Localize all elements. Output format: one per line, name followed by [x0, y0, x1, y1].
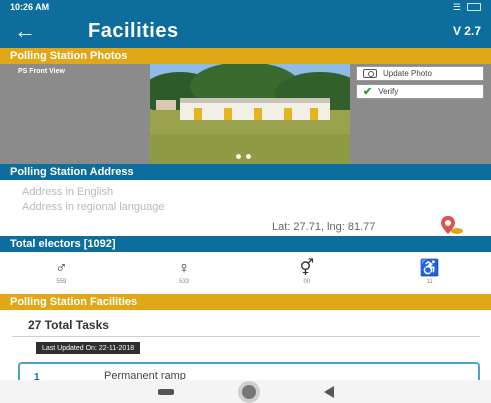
update-photo-button[interactable]: Update Photo — [356, 66, 484, 81]
elector-count: 559 — [56, 279, 67, 285]
divider — [12, 336, 480, 337]
polling-station-photo[interactable] — [150, 64, 350, 164]
verify-button[interactable]: ✔ Verify — [356, 84, 484, 99]
battery-icon — [467, 3, 481, 11]
elector-female: ♀ 533 — [123, 252, 246, 294]
elector-count: 00 — [303, 279, 311, 285]
app-bar: ← Facilities V 2.7 — [0, 14, 491, 48]
map-pin-icon[interactable] — [440, 214, 464, 236]
pwd-icon: ♿ — [419, 260, 440, 277]
last-updated-badge: Last Updated On: 22-11-2018 — [36, 342, 141, 354]
camera-icon — [363, 69, 377, 78]
carousel-dot[interactable] — [236, 154, 241, 159]
status-bar: 10:26 AM ☰ — [0, 0, 491, 14]
photo-caption: PS Front View — [18, 68, 65, 75]
home-icon[interactable] — [241, 384, 256, 399]
electors-row: ♂ 559 ♀ 533 ⚥ 00 ♿ 11 — [0, 252, 491, 294]
page-title: Facilities — [88, 19, 179, 42]
total-tasks: 27 Total Tasks — [28, 318, 109, 332]
recent-apps-icon[interactable] — [157, 388, 174, 395]
verify-label: Verify — [378, 87, 399, 96]
address-regional: Address in regional language — [22, 201, 165, 213]
section-header-electors: Total electors [1092] — [0, 236, 491, 252]
lat-lng: Lat: 27.71, lng: 81.77 — [272, 221, 376, 233]
back-icon[interactable] — [323, 385, 334, 398]
status-time: 10:26 AM — [10, 2, 50, 12]
elector-third-gender: ⚥ 00 — [246, 252, 369, 294]
section-header-facilities: Polling Station Facilities — [0, 294, 491, 310]
elector-count: 533 — [179, 279, 190, 285]
elector-male: ♂ 559 — [0, 252, 123, 294]
elector-pwd: ♿ 11 — [368, 252, 491, 294]
section-header-address: Polling Station Address — [0, 164, 491, 180]
male-icon: ♂ — [55, 260, 68, 277]
wifi-icon: ☰ — [452, 1, 461, 12]
third-gender-icon: ⚥ — [299, 260, 315, 277]
back-arrow-icon[interactable]: ← — [10, 16, 40, 46]
station-photo-image — [150, 64, 350, 164]
check-icon: ✔ — [363, 86, 373, 98]
elector-count: 11 — [426, 279, 433, 285]
female-icon: ♀ — [178, 260, 191, 277]
carousel-dots — [236, 154, 251, 159]
status-icons: ☰ — [453, 2, 481, 13]
section-header-photos: Polling Station Photos — [0, 48, 491, 64]
system-nav-bar — [0, 380, 491, 403]
update-photo-label: Update Photo — [383, 69, 432, 78]
app-version: V 2.7 — [452, 24, 481, 38]
carousel-dot[interactable] — [246, 154, 251, 159]
address-english: Address in English — [22, 186, 114, 198]
